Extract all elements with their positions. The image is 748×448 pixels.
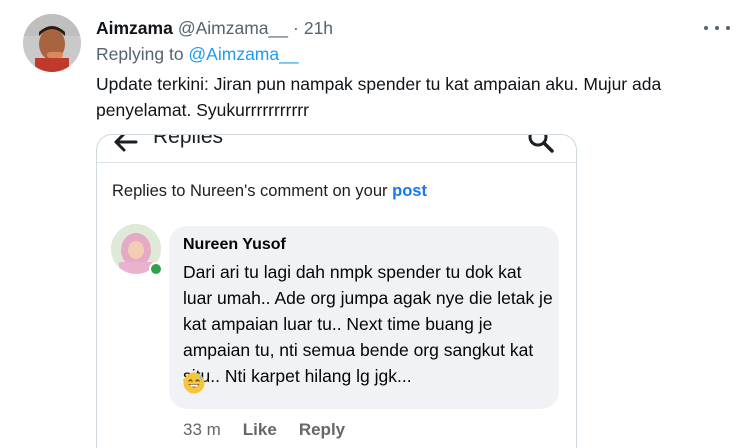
author-avatar-image (23, 14, 81, 72)
author-avatar[interactable] (23, 14, 81, 72)
post-link: post (392, 182, 427, 200)
more-dot (704, 26, 708, 30)
commenter-name: Nureen Yusof (183, 236, 286, 253)
more-dot (715, 26, 719, 30)
reply-button: Reply (298, 420, 346, 439)
replying-to-line: Replying to @Aimzama__ (96, 44, 299, 65)
separator-dot: · (293, 17, 299, 38)
replies-to-line: Replies to Nureen's comment on your post (112, 182, 427, 201)
search-icon (528, 135, 554, 153)
attached-screenshot[interactable]: Replies Replies to Nureen's comment on y… (96, 134, 577, 448)
author-name[interactable]: Aimzama (96, 18, 173, 39)
more-icon[interactable] (704, 18, 730, 38)
tweet-time[interactable]: 21h (304, 18, 333, 39)
comment-time: 33 m (183, 420, 221, 439)
tweet-header: Aimzama @Aimzama__ · 21h (96, 16, 333, 40)
like-button: Like (242, 420, 277, 439)
commenter-avatar (111, 224, 163, 276)
comment-text: Dari ari tu lagi dah nmpk spender tu dok… (183, 262, 553, 386)
back-arrow-icon (114, 135, 138, 152)
comment-bubble: Nureen Yusof Dari ari tu lagi dah nmpk s… (169, 226, 559, 409)
screenshot-topbar: Replies (97, 135, 576, 163)
replying-to-label: Replying to (96, 44, 189, 64)
more-dot (726, 26, 730, 30)
author-handle[interactable]: @Aimzama__ (178, 18, 288, 39)
comment-actions: 33 m Like Reply (183, 420, 345, 440)
replies-to-label: Replies to Nureen's comment on your (112, 182, 393, 200)
replying-to-mention[interactable]: @Aimzama__ (188, 44, 298, 64)
tweet-text: Update terkini: Jiran pun nampak spender… (96, 74, 662, 120)
online-status-dot (149, 262, 163, 276)
grinning-sweat-emoji-icon (183, 372, 205, 394)
screenshot-title: Replies (153, 134, 224, 148)
